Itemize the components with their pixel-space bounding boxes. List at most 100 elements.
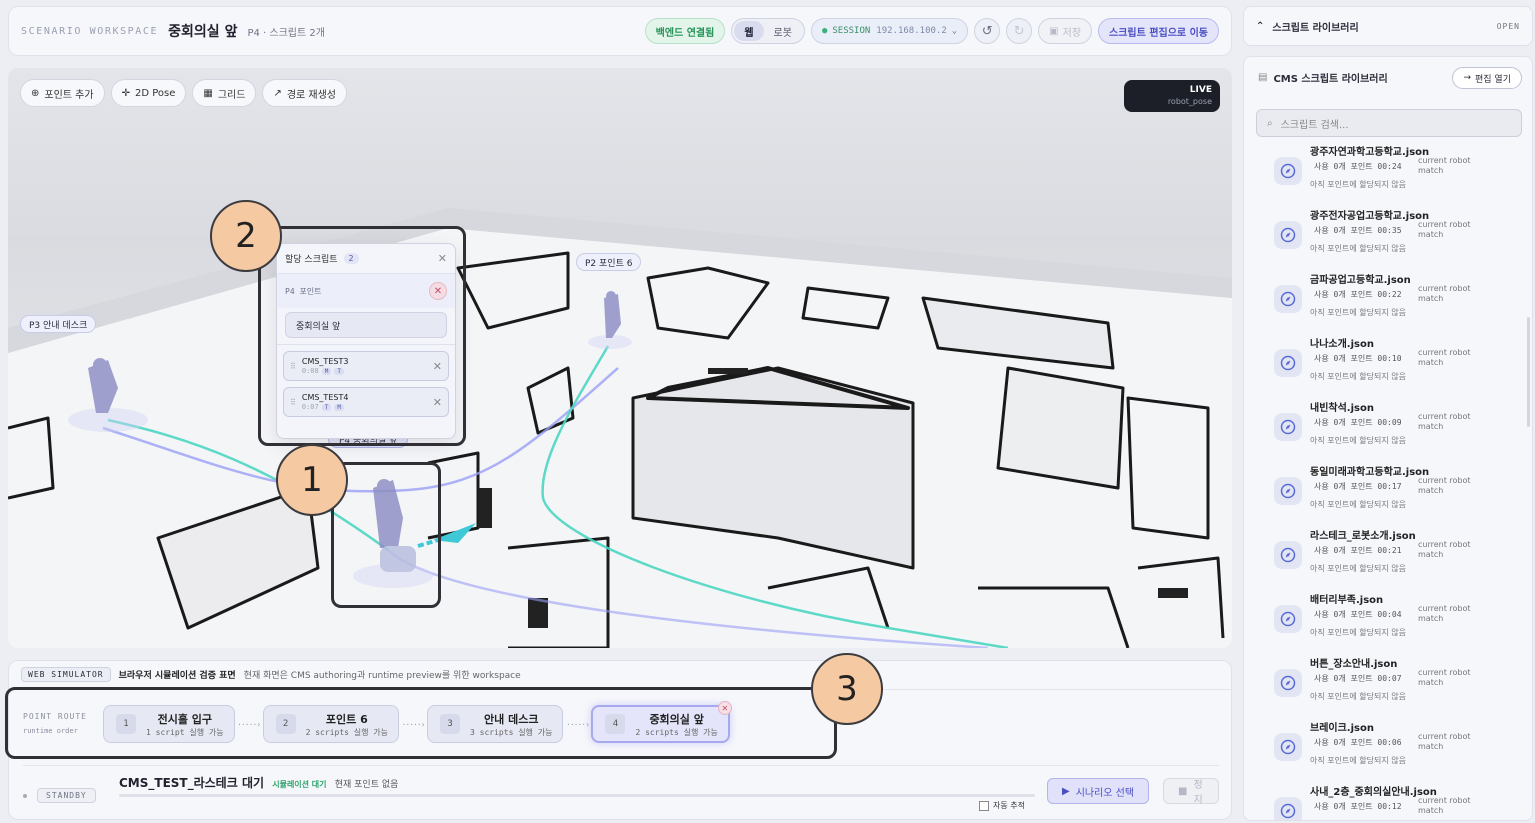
robot-match-line1: current robot (1418, 476, 1471, 485)
script-file-name: 브레이크.json (1310, 723, 1374, 734)
script-usage-meta: 사용 0개 포인트 00:22 (1314, 290, 1402, 299)
script-usage-meta: 사용 0개 포인트 00:21 (1314, 546, 1402, 555)
chevron-up-icon[interactable]: ⌃ (1256, 21, 1264, 32)
script-list-item[interactable]: 동일미래과학고등학교.json 사용 0개 포인트 00:17 current ro… (1244, 461, 1532, 525)
callout-number-2: 2 (210, 200, 282, 272)
mode-toggle[interactable]: 웹 로봇 (731, 18, 805, 44)
chevron-down-icon: ⌄ (951, 26, 958, 36)
script-list-item[interactable]: 광주전자공업고등학교.json 사용 0개 포인트 00:35 current ro… (1244, 205, 1532, 269)
robot-match-line1: current robot (1418, 156, 1471, 165)
script-list-item[interactable]: 사내_2층_중회의실안내.json 사용 0개 포인트 00:12 current … (1244, 781, 1532, 820)
robot-match-label: current robot match (1418, 540, 1471, 560)
goto-script-edit-button[interactable]: 스크립트 편집으로 이동 (1098, 18, 1219, 44)
2d-pose-button[interactable]: ✛ 2D Pose (110, 79, 187, 107)
script-usage-meta: 사용 0개 포인트 00:04 (1314, 610, 1402, 619)
workspace-label: SCENARIO WORKSPACE (21, 25, 159, 37)
grid-toggle-button[interactable]: ▦ 그리드 (192, 79, 257, 107)
undo-button[interactable]: ↺ (974, 18, 1001, 44)
status-dot-icon (23, 793, 27, 798)
callout-frame-2 (258, 226, 466, 446)
robot-match-label: current robot match (1418, 668, 1471, 688)
robot-match-line2: match (1418, 806, 1444, 815)
open-editor-button[interactable]: → 편집 열기 (1452, 67, 1522, 89)
script-usage-meta: 사용 0개 포인트 00:35 (1314, 226, 1402, 235)
compass-icon (1274, 669, 1302, 697)
library-header[interactable]: ⌃ 스크립트 라이브러리 OPEN (1243, 6, 1533, 46)
robot-match-line1: current robot (1418, 412, 1471, 421)
session-dropdown[interactable]: ● SESSION 192.168.100.2 ⌄ (810, 18, 969, 44)
auto-track-label: 자동 추적 (993, 801, 1025, 810)
robot-match-line1: current robot (1418, 284, 1471, 293)
script-list-item[interactable]: 광주자연과학고등학교.json 사용 0개 포인트 00:24 current ro… (1244, 141, 1532, 205)
script-usage-meta: 사용 0개 포인트 00:24 (1314, 162, 1402, 171)
map-point-tag-p2[interactable]: P2 포인트 6 (576, 253, 642, 271)
robot-match-label: current robot match (1418, 156, 1471, 176)
robot-match-label: current robot match (1418, 604, 1471, 624)
script-file-name: 동일미래과학고등학교.json (1310, 467, 1430, 478)
session-dot-icon: ● (821, 26, 828, 36)
map-viewport[interactable]: ⊕ 포인트 추가 ✛ 2D Pose ▦ 그리드 ↗ 경로 재생성 LIVE robot… (8, 68, 1232, 648)
open-editor-label: 편집 열기 (1475, 74, 1511, 85)
script-usage-meta: 사용 0개 포인트 00:09 (1314, 418, 1402, 427)
robot-match-label: current robot match (1418, 284, 1471, 304)
assignment-note: 아직 포인트에 할당되지 않음 (1310, 180, 1406, 189)
script-file-name: 광주자연과학고등학교.json (1310, 147, 1430, 158)
live-title: LIVE (1189, 85, 1212, 95)
compass-icon (1274, 413, 1302, 441)
robot-match-line2: match (1418, 678, 1444, 687)
robot-match-line1: current robot (1418, 220, 1471, 229)
assignment-note: 아직 포인트에 할당되지 않음 (1310, 500, 1406, 509)
assignment-note: 아직 포인트에 할당되지 않음 (1310, 436, 1406, 445)
script-list-item[interactable]: 금파공업고등학교.json 사용 0개 포인트 00:22 current robo… (1244, 269, 1532, 333)
assignment-note: 아직 포인트에 할당되지 않음 (1310, 244, 1406, 253)
redo-button[interactable]: ↻ (1006, 18, 1033, 44)
script-search-input[interactable]: ⌕ 스크립트 검색... (1256, 109, 1522, 137)
stop-button[interactable]: ■ 정지 (1163, 778, 1219, 806)
mode-web-option[interactable]: 웹 (734, 21, 764, 41)
script-list-item[interactable]: 브레이크.json 사용 0개 포인트 00:06 current robot mat… (1244, 717, 1532, 781)
script-file-name: 버튼_장소안내.json (1310, 659, 1398, 670)
robot-match-label: current robot match (1418, 476, 1471, 496)
checkbox-icon[interactable] (979, 800, 989, 811)
progress-bar (119, 794, 1035, 797)
mode-robot-option[interactable]: 로봇 (764, 21, 802, 41)
script-list-item[interactable]: 버튼_장소안내.json 사용 0개 포인트 00:07 current robot… (1244, 653, 1532, 717)
robot-match-line2: match (1418, 358, 1444, 367)
assignment-note: 아직 포인트에 할당되지 않음 (1310, 756, 1406, 765)
compass-icon (1274, 605, 1302, 633)
save-label: 저장 (1062, 27, 1082, 39)
compass-icon (1274, 477, 1302, 505)
add-point-label: 포인트 추가 (44, 89, 94, 101)
robot-match-line2: match (1418, 230, 1444, 239)
map-canvas (8, 208, 1232, 648)
robot-match-line2: match (1418, 294, 1444, 303)
script-library-panel: ▤ CMS 스크립트 라이브러리 → 편집 열기 ⌕ 스크립트 검색... 광주… (1243, 56, 1533, 821)
script-list-item[interactable]: 배터리부족.json 사용 0개 포인트 00:04 current robot ma… (1244, 589, 1532, 653)
robot-match-label: current robot match (1418, 220, 1471, 240)
robot-match-line1: current robot (1418, 348, 1471, 357)
add-point-button[interactable]: ⊕ 포인트 추가 (20, 79, 105, 107)
select-scenario-label: 시나리오 선택 (1075, 787, 1135, 799)
robot-match-line2: match (1418, 550, 1444, 559)
auto-track-checkbox[interactable]: 자동 추적 (979, 800, 1025, 811)
standby-badge: STANDBY (37, 788, 96, 803)
script-list: 광주자연과학고등학교.json 사용 0개 포인트 00:24 current ro… (1244, 141, 1532, 820)
script-file-name: 라스테크_로봇소개.json (1310, 531, 1416, 542)
page-title: 중회의실 앞 (168, 24, 238, 40)
script-usage-meta: 사용 0개 포인트 00:06 (1314, 738, 1402, 747)
play-icon: ▶ (1062, 785, 1070, 797)
current-point-status: 현재 포인트 없음 (334, 780, 399, 790)
simulator-panel: WEB SIMULATOR 브라우저 시뮬레이션 검증 표면 현재 화면은 CM… (5, 653, 1232, 820)
script-list-item[interactable]: 내빈착석.json 사용 0개 포인트 00:09 current robot mat… (1244, 397, 1532, 461)
library-scrollbar[interactable] (1527, 317, 1530, 427)
robot-match-line1: current robot (1418, 732, 1471, 741)
select-scenario-button[interactable]: ▶ 시나리오 선택 (1047, 778, 1150, 804)
robot-match-line1: current robot (1418, 796, 1471, 805)
save-button[interactable]: ▣ 저장 (1038, 18, 1093, 44)
script-list-item[interactable]: 라스테크_로봇소개.json 사용 0개 포인트 00:21 current rob… (1244, 525, 1532, 589)
map-point-tag-p3[interactable]: P3 안내 데스크 (20, 315, 97, 333)
undo-icon: ↺ (981, 23, 993, 39)
callout-number-3: 3 (811, 653, 883, 725)
script-list-item[interactable]: 나나소개.json 사용 0개 포인트 00:10 current robot mat… (1244, 333, 1532, 397)
regenerate-path-button[interactable]: ↗ 경로 재생성 (262, 79, 348, 107)
